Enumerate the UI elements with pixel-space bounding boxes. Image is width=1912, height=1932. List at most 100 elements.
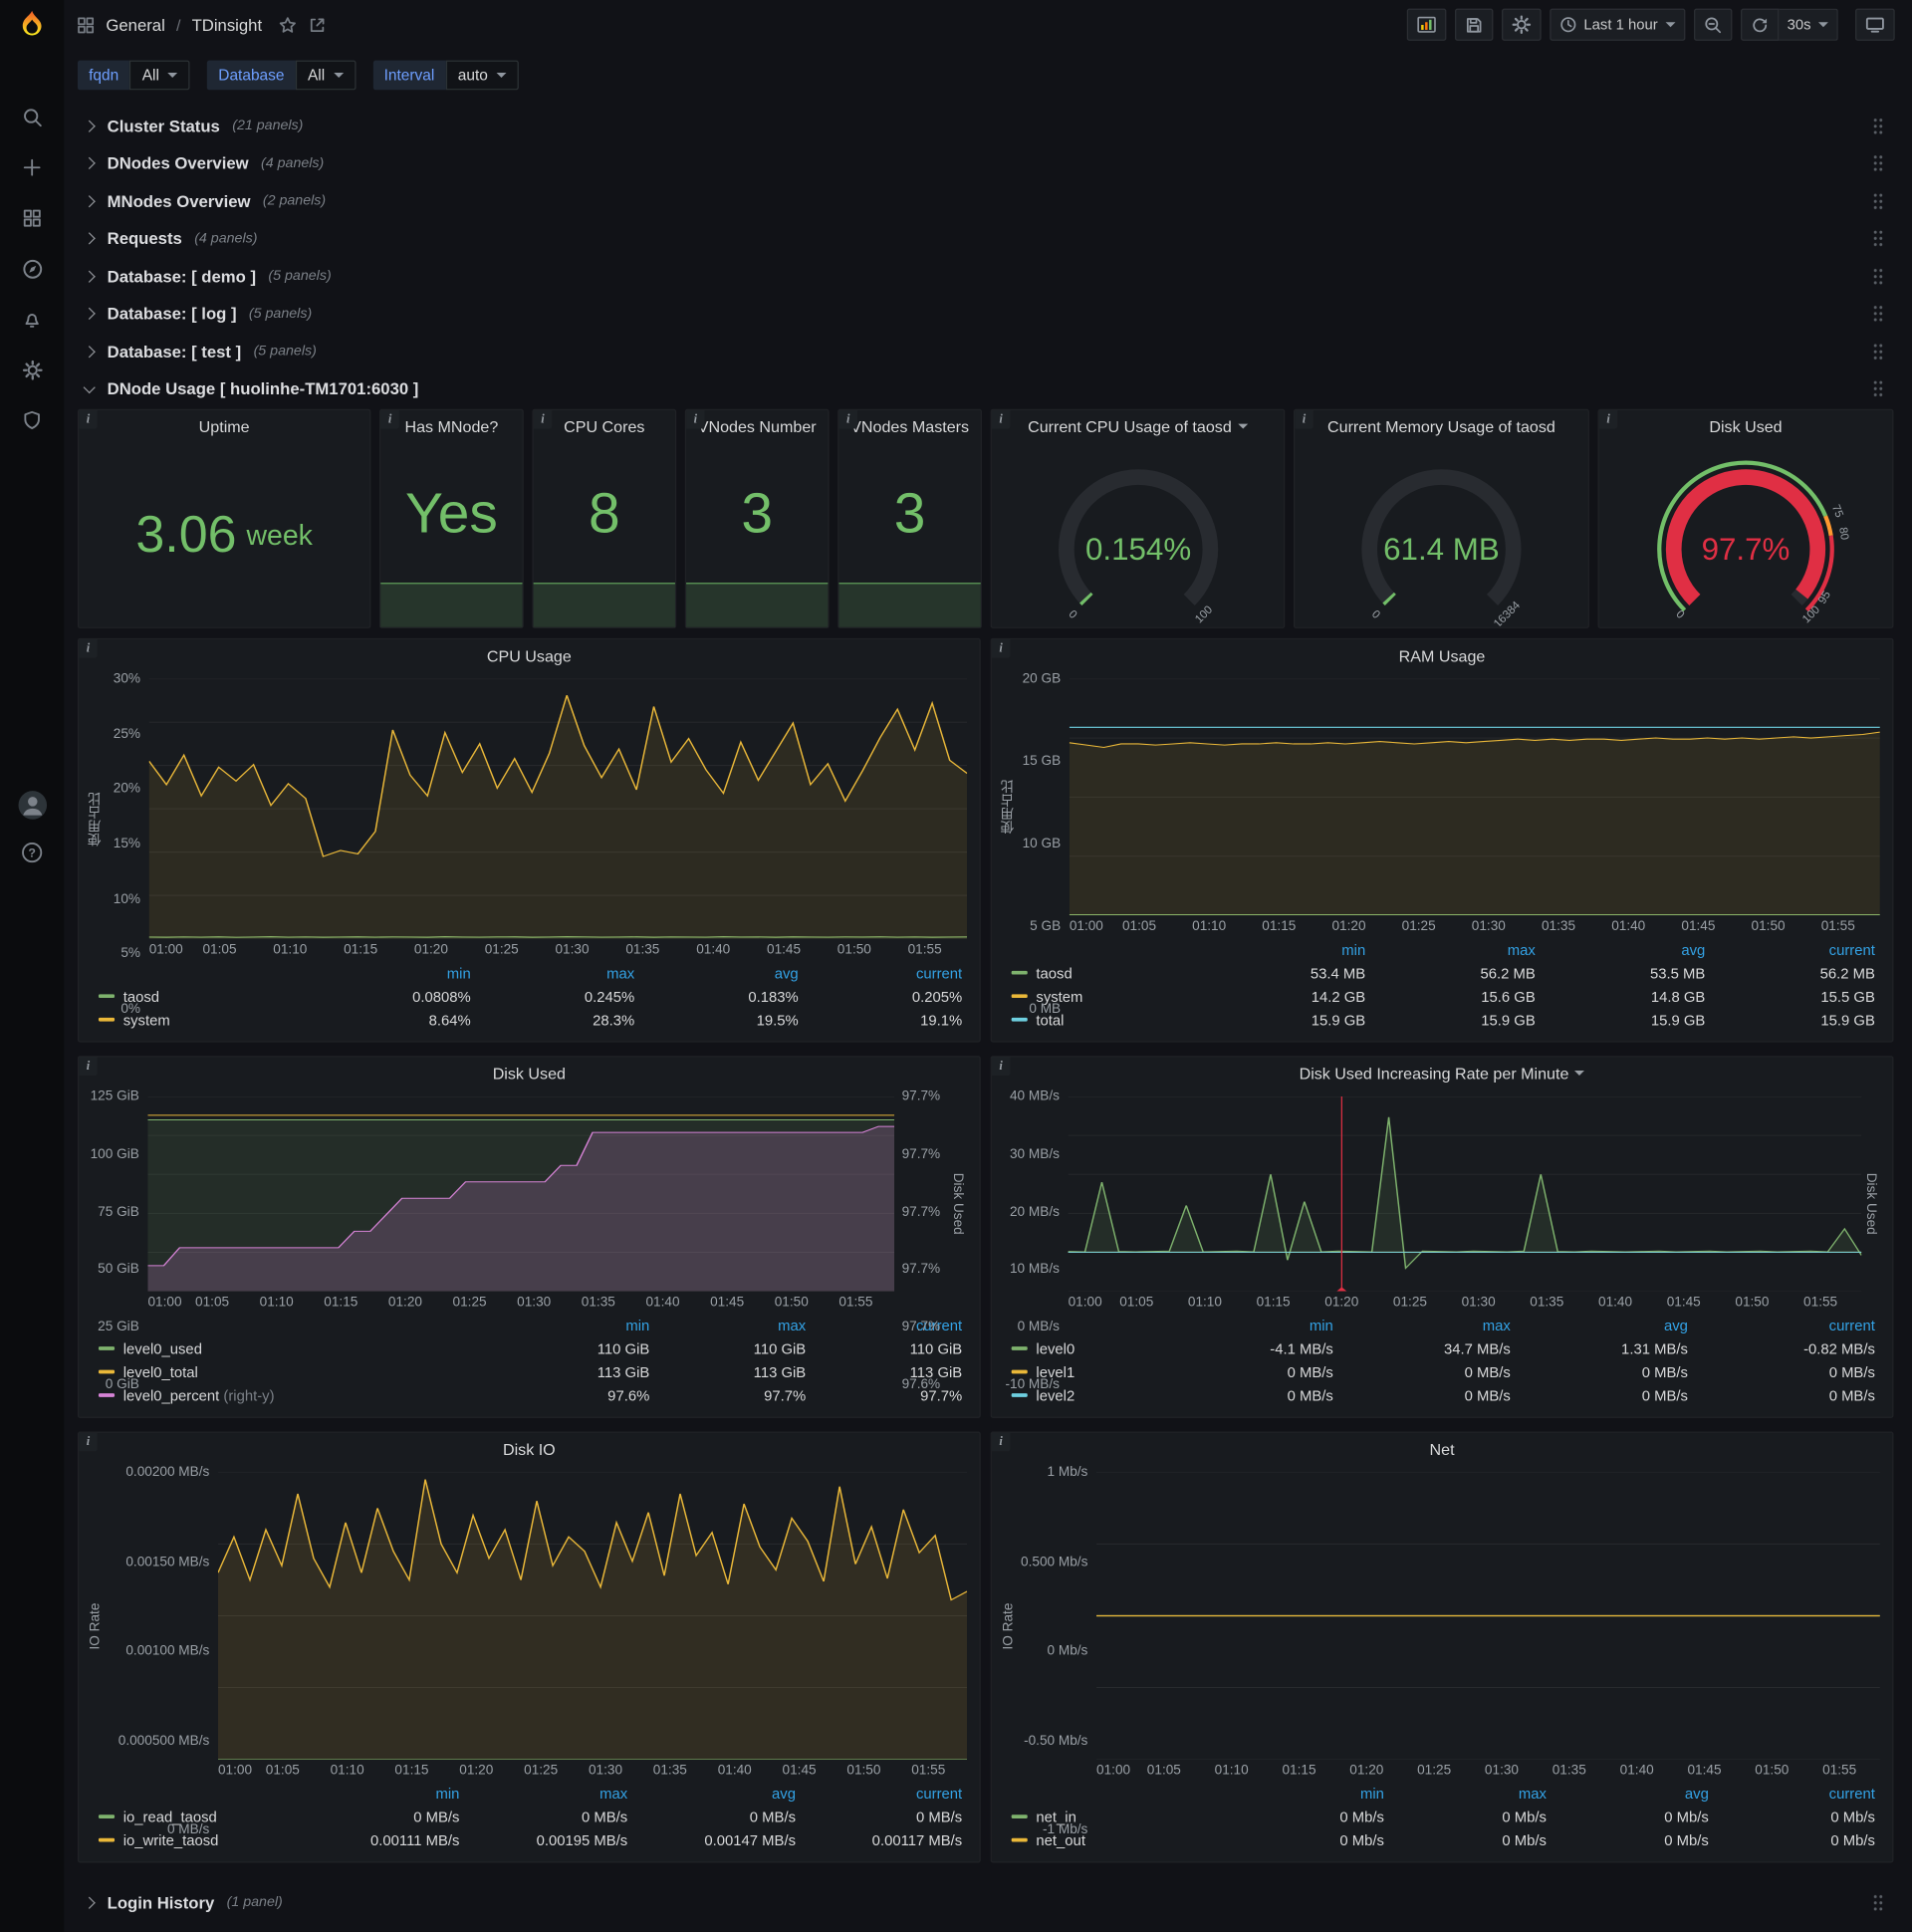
legend-column-max[interactable]: max [1365,939,1536,963]
legend-column-min[interactable]: min [1222,1783,1384,1807]
info-icon: i [686,409,705,429]
variable-value-dropdown[interactable]: All [295,60,357,91]
panel-title-bar[interactable]: i Has MNode? [380,409,522,442]
legend-column-avg[interactable]: avg [634,962,799,986]
drag-handle[interactable] [1872,229,1884,248]
variable-value-dropdown[interactable]: All [129,60,190,91]
legend-column-min[interactable]: min [1162,1315,1333,1338]
chevron-down-icon[interactable] [1574,1071,1585,1076]
alerting-bell-icon[interactable] [10,303,55,335]
row-dnode-usage[interactable]: DNode Usage [ huolinhe-TM1701:6030 ] [78,371,1894,406]
panel-title-bar[interactable]: i VNodes Masters [838,409,980,442]
dashboards-icon[interactable] [10,202,55,234]
help-icon[interactable]: ? [10,837,55,868]
refresh-button[interactable] [1740,8,1779,41]
dashboard-row-database-demo[interactable]: Database: [ demo ] (5 panels) [78,259,1894,294]
panel-title-bar[interactable]: i Uptime [79,409,369,442]
drag-handle[interactable] [1872,116,1884,135]
dashboard-breadcrumb-icon[interactable] [77,15,96,34]
grafana-logo[interactable] [0,0,64,49]
drag-handle[interactable] [1872,266,1884,286]
legend-column-max[interactable]: max [1333,1315,1511,1338]
legend-column-max[interactable]: max [649,1315,806,1338]
legend-series-level0_percent[interactable]: level0_percent (right-y) [98,1385,493,1409]
panel-title[interactable]: Disk IO [503,1440,556,1459]
panel-title-bar[interactable]: i CPU Usage [79,639,979,671]
legend-series-level0_total[interactable]: level0_total [98,1361,493,1385]
share-icon[interactable] [308,15,327,34]
user-avatar[interactable] [10,789,55,821]
drag-handle[interactable] [1872,1892,1884,1912]
dashboard-row-dnodes-overview[interactable]: DNodes Overview (4 panels) [78,146,1894,181]
panel-title-bar[interactable]: i Disk Used [79,1057,979,1088]
legend-column-current[interactable]: current [1705,939,1875,963]
panel-title[interactable]: Disk Used [493,1064,566,1083]
chevron-right-icon [83,1895,96,1909]
dashboard-row-database-log[interactable]: Database: [ log ] (5 panels) [78,297,1894,332]
row-title: MNodes Overview [107,191,251,210]
panel-vnodes-number: i VNodes Number 3 [684,408,830,628]
breadcrumb-title[interactable]: TDinsight [192,15,263,34]
panel-title-bar[interactable]: i Disk Used Increasing Rate per Minute [991,1057,1892,1088]
server-admin-shield-icon[interactable] [10,404,55,436]
panel-title-bar[interactable]: i Net [991,1432,1892,1465]
cycle-view-mode-button[interactable] [1855,8,1895,41]
configuration-gear-icon[interactable] [10,354,55,385]
legend-column-avg[interactable]: avg [627,1783,796,1807]
panel-title[interactable]: CPU Usage [487,646,572,665]
dashboard-row-login-history[interactable]: Login History (1 panel) [78,1885,1894,1920]
legend-series-level0_used[interactable]: level0_used [98,1338,493,1362]
legend-column-avg[interactable]: avg [1536,939,1705,963]
refresh-interval-button[interactable]: 30s [1778,8,1838,41]
legend-column-current[interactable]: current [1709,1783,1875,1807]
legend-column-max[interactable]: max [1384,1783,1547,1807]
drag-handle[interactable] [1872,153,1884,173]
panel-title-bar[interactable]: i CPU Cores [533,409,675,442]
drag-handle[interactable] [1872,191,1884,210]
legend-column-current[interactable]: current [796,1783,962,1807]
y-axis-ticks: -10 MB/s 0 MB/s 10 MB/s 20 MB/s 30 MB/s 40 MB… [1005,1088,1060,1392]
legend-column-avg[interactable]: avg [1511,1315,1688,1338]
drag-handle[interactable] [1872,304,1884,324]
dashboard-row-database-test[interactable]: Database: [ test ] (5 panels) [78,334,1894,368]
legend-column-current[interactable]: current [1688,1315,1875,1338]
variable-interval: Interval auto [372,60,519,91]
legend-column-max[interactable]: max [459,1783,627,1807]
panel-title-bar[interactable]: i Disk IO [79,1432,979,1465]
panel-title[interactable]: Net [1430,1440,1455,1459]
variable-database: Database All [207,60,357,91]
panel-title[interactable]: RAM Usage [1399,646,1486,665]
panel-title-bar[interactable]: i VNodes Number [686,409,828,442]
drag-handle[interactable] [1872,342,1884,361]
panel-title-bar[interactable]: i RAM Usage [991,639,1892,671]
dashboard-settings-button[interactable] [1501,8,1542,41]
chevron-down-icon[interactable] [1237,423,1248,429]
dashboard-row-requests[interactable]: Requests (4 panels) [78,221,1894,256]
legend-column-min[interactable]: min [1196,939,1365,963]
legend-column-min[interactable]: min [295,1783,459,1807]
save-dashboard-button[interactable] [1454,8,1493,41]
time-picker-button[interactable]: Last 1 hour [1549,8,1685,41]
variable-value-dropdown[interactable]: auto [445,60,519,91]
legend-column-min[interactable]: min [493,1315,649,1338]
explore-compass-icon[interactable] [10,253,55,285]
breadcrumb-section[interactable]: General [106,15,164,34]
create-plus-icon[interactable] [10,151,55,183]
panel-title-bar[interactable]: i Current CPU Usage of taosd [991,409,1284,442]
dashboard-row-cluster-status[interactable]: Cluster Status (21 panels) [78,109,1894,143]
panel-title[interactable]: Disk Used Increasing Rate per Minute [1300,1064,1569,1083]
legend-column-min[interactable]: min [289,962,471,986]
panel-vnodes-masters: i VNodes Masters 3 [837,408,982,628]
drag-handle[interactable] [1872,379,1884,398]
search-icon[interactable] [10,101,55,132]
add-panel-button[interactable] [1406,8,1446,41]
panel-title-bar[interactable]: i Disk Used [1598,409,1892,442]
legend-column-avg[interactable]: avg [1547,1783,1709,1807]
panel-title-bar[interactable]: i Current Memory Usage of taosd [1295,409,1587,442]
legend-column-current[interactable]: current [799,962,962,986]
dashboard-row-mnodes-overview[interactable]: MNodes Overview (2 panels) [78,183,1894,218]
star-icon[interactable] [278,15,297,34]
legend-column-max[interactable]: max [471,962,634,986]
zoom-out-button[interactable] [1693,8,1732,41]
svg-text:80: 80 [1836,527,1850,541]
